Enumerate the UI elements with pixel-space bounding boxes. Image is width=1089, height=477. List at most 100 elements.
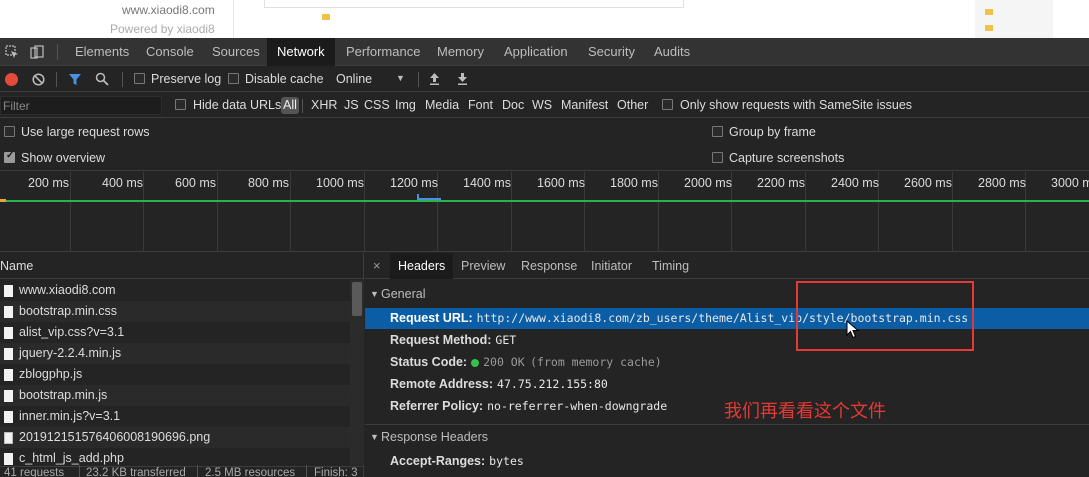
filter-input[interactable] xyxy=(0,96,162,115)
tab-console[interactable]: Console xyxy=(136,38,204,66)
general-section-header[interactable]: ▼ General xyxy=(365,284,1089,304)
response-headers-section-header[interactable]: ▼ Response Headers xyxy=(365,427,1089,447)
preserve-log-label: Preserve log xyxy=(151,72,222,86)
device-toolbar-icon[interactable] xyxy=(30,45,44,59)
status-code-row[interactable]: Status Code: 200 OK (from memory cache) xyxy=(365,352,1089,373)
record-icon[interactable] xyxy=(5,73,18,86)
tab-response[interactable]: Response xyxy=(513,253,585,279)
filter-icon[interactable] xyxy=(68,73,82,86)
request-row[interactable]: alist_vip.css?v=3.1 xyxy=(0,322,350,343)
type-filter-xhr[interactable]: XHR xyxy=(309,97,339,114)
group-by-frame-checkbox[interactable] xyxy=(712,126,723,137)
gridline xyxy=(805,172,806,252)
samesite-checkbox[interactable] xyxy=(662,99,673,110)
network-status-bar: 41 requests 23.2 KB transferred 2.5 MB r… xyxy=(0,465,364,477)
request-row[interactable]: bootstrap.min.css xyxy=(0,301,350,322)
tab-sources[interactable]: Sources xyxy=(202,38,270,66)
tab-security[interactable]: Security xyxy=(578,38,645,66)
header-key: Accept-Ranges: xyxy=(390,454,486,468)
time-tick: 2800 ms xyxy=(978,176,1026,190)
folder-row xyxy=(322,14,334,21)
toolbar-divider xyxy=(57,44,58,60)
throttle-select[interactable]: Online ▼ xyxy=(328,69,412,89)
disable-cache-checkbox[interactable] xyxy=(228,73,239,84)
hide-data-urls-checkbox[interactable] xyxy=(175,99,186,110)
type-filter-manifest[interactable]: Manifest xyxy=(559,97,610,114)
tab-audits[interactable]: Audits xyxy=(644,38,700,66)
remote-address-row[interactable]: Remote Address: 47.75.212.155:80 xyxy=(365,374,1089,395)
script-icon xyxy=(4,369,13,381)
request-row[interactable]: 20191215157640600819069​6.png xyxy=(0,427,350,448)
time-tick: 1000 ms xyxy=(316,176,364,190)
request-name: www.xiaodi8.com xyxy=(19,283,116,297)
type-filter-doc[interactable]: Doc xyxy=(500,97,526,114)
type-filter-media[interactable]: Media xyxy=(423,97,461,114)
tab-initiator[interactable]: Initiator xyxy=(583,253,640,279)
large-rows-label: Use large request rows xyxy=(21,125,150,139)
type-filter-all[interactable]: All xyxy=(281,97,299,114)
large-rows-checkbox[interactable] xyxy=(4,126,15,137)
divider xyxy=(306,465,307,477)
header-key: Status Code: xyxy=(390,355,468,369)
type-filter-font[interactable]: Font xyxy=(466,97,495,114)
filter-bar: Hide data URLs All XHR JS CSS Img Media … xyxy=(0,93,1089,118)
time-tick: 600 ms xyxy=(175,176,216,190)
type-filter-other[interactable]: Other xyxy=(615,97,650,114)
triangle-down-icon: ▼ xyxy=(370,289,379,299)
request-row[interactable]: c_html_js_add.php xyxy=(0,448,350,465)
request-name: bootstrap.min.css xyxy=(19,304,117,318)
request-row[interactable]: bootstrap.min.js xyxy=(0,385,350,406)
site-powered-text: Powered by xiaodi8 xyxy=(110,22,215,36)
show-overview-checkbox[interactable] xyxy=(4,150,15,163)
tab-elements[interactable]: Elements xyxy=(65,38,139,66)
network-toolbar: Preserve log Disable cache Online ▼ xyxy=(0,67,1089,92)
detail-tab-bar: × Headers Preview Response Initiator Tim… xyxy=(365,253,1089,279)
time-tick: 1200 ms xyxy=(390,176,438,190)
preserve-log-checkbox[interactable] xyxy=(134,73,145,84)
capture-screenshots-checkbox[interactable] xyxy=(712,152,723,163)
request-list: Name www.xiaodi8.com bootstrap.min.css a… xyxy=(0,253,364,477)
divider xyxy=(233,0,234,38)
samesite-label: Only show requests with SameSite issues xyxy=(680,98,913,112)
type-filter-css[interactable]: CSS xyxy=(362,97,392,114)
accept-ranges-row[interactable]: Accept-Ranges: bytes xyxy=(365,451,1089,472)
divider xyxy=(197,465,198,477)
gridline xyxy=(952,172,953,252)
throttle-value: Online xyxy=(336,72,373,86)
request-row[interactable]: jquery-2.2.4.min.js xyxy=(0,343,350,364)
tab-preview[interactable]: Preview xyxy=(453,253,513,279)
type-filter-js[interactable]: JS xyxy=(342,97,361,114)
request-name: jquery-2.2.4.min.js xyxy=(19,346,122,360)
header-value: 200 OK xyxy=(483,355,525,369)
tab-performance[interactable]: Performance xyxy=(336,38,430,66)
inspect-element-icon[interactable] xyxy=(5,45,19,59)
time-tick: 2200 ms xyxy=(757,176,805,190)
export-har-icon[interactable] xyxy=(456,72,469,86)
tab-timing[interactable]: Timing xyxy=(644,253,697,279)
request-row[interactable]: inner.min.js?v=3.1 xyxy=(0,406,350,427)
name-column-header[interactable]: Name xyxy=(0,253,364,279)
scrollbar-thumb[interactable] xyxy=(352,282,362,316)
request-row[interactable]: www.xiaodi8.com xyxy=(0,280,350,301)
time-tick: 800 ms xyxy=(248,176,289,190)
network-overview[interactable]: 200 ms 400 ms 600 ms 800 ms 1000 ms 1200… xyxy=(0,172,1089,252)
type-filter-ws[interactable]: WS xyxy=(530,97,554,114)
request-name: alist_vip.css?v=3.1 xyxy=(19,325,125,339)
group-by-frame-label: Group by frame xyxy=(729,125,816,139)
tab-application[interactable]: Application xyxy=(494,38,578,66)
request-url-row[interactable]: Request URL: http://www.xiaodi8.com/zb_us… xyxy=(365,308,1089,329)
search-icon[interactable] xyxy=(95,72,109,86)
type-filter-img[interactable]: Img xyxy=(393,97,418,114)
request-method-row[interactable]: Request Method: GET xyxy=(365,330,1089,351)
import-har-icon[interactable] xyxy=(428,72,441,86)
tab-headers[interactable]: Headers xyxy=(390,253,454,279)
toolbar-divider xyxy=(122,72,123,87)
clear-icon[interactable] xyxy=(32,73,45,86)
tab-memory[interactable]: Memory xyxy=(427,38,494,66)
time-tick: 3000 m xyxy=(1051,176,1089,190)
request-row[interactable]: zblogphp.js xyxy=(0,364,350,385)
tab-network[interactable]: Network xyxy=(267,38,335,66)
page-panel xyxy=(264,0,684,8)
chevron-down-icon: ▼ xyxy=(396,73,405,83)
close-icon[interactable]: × xyxy=(373,253,381,279)
